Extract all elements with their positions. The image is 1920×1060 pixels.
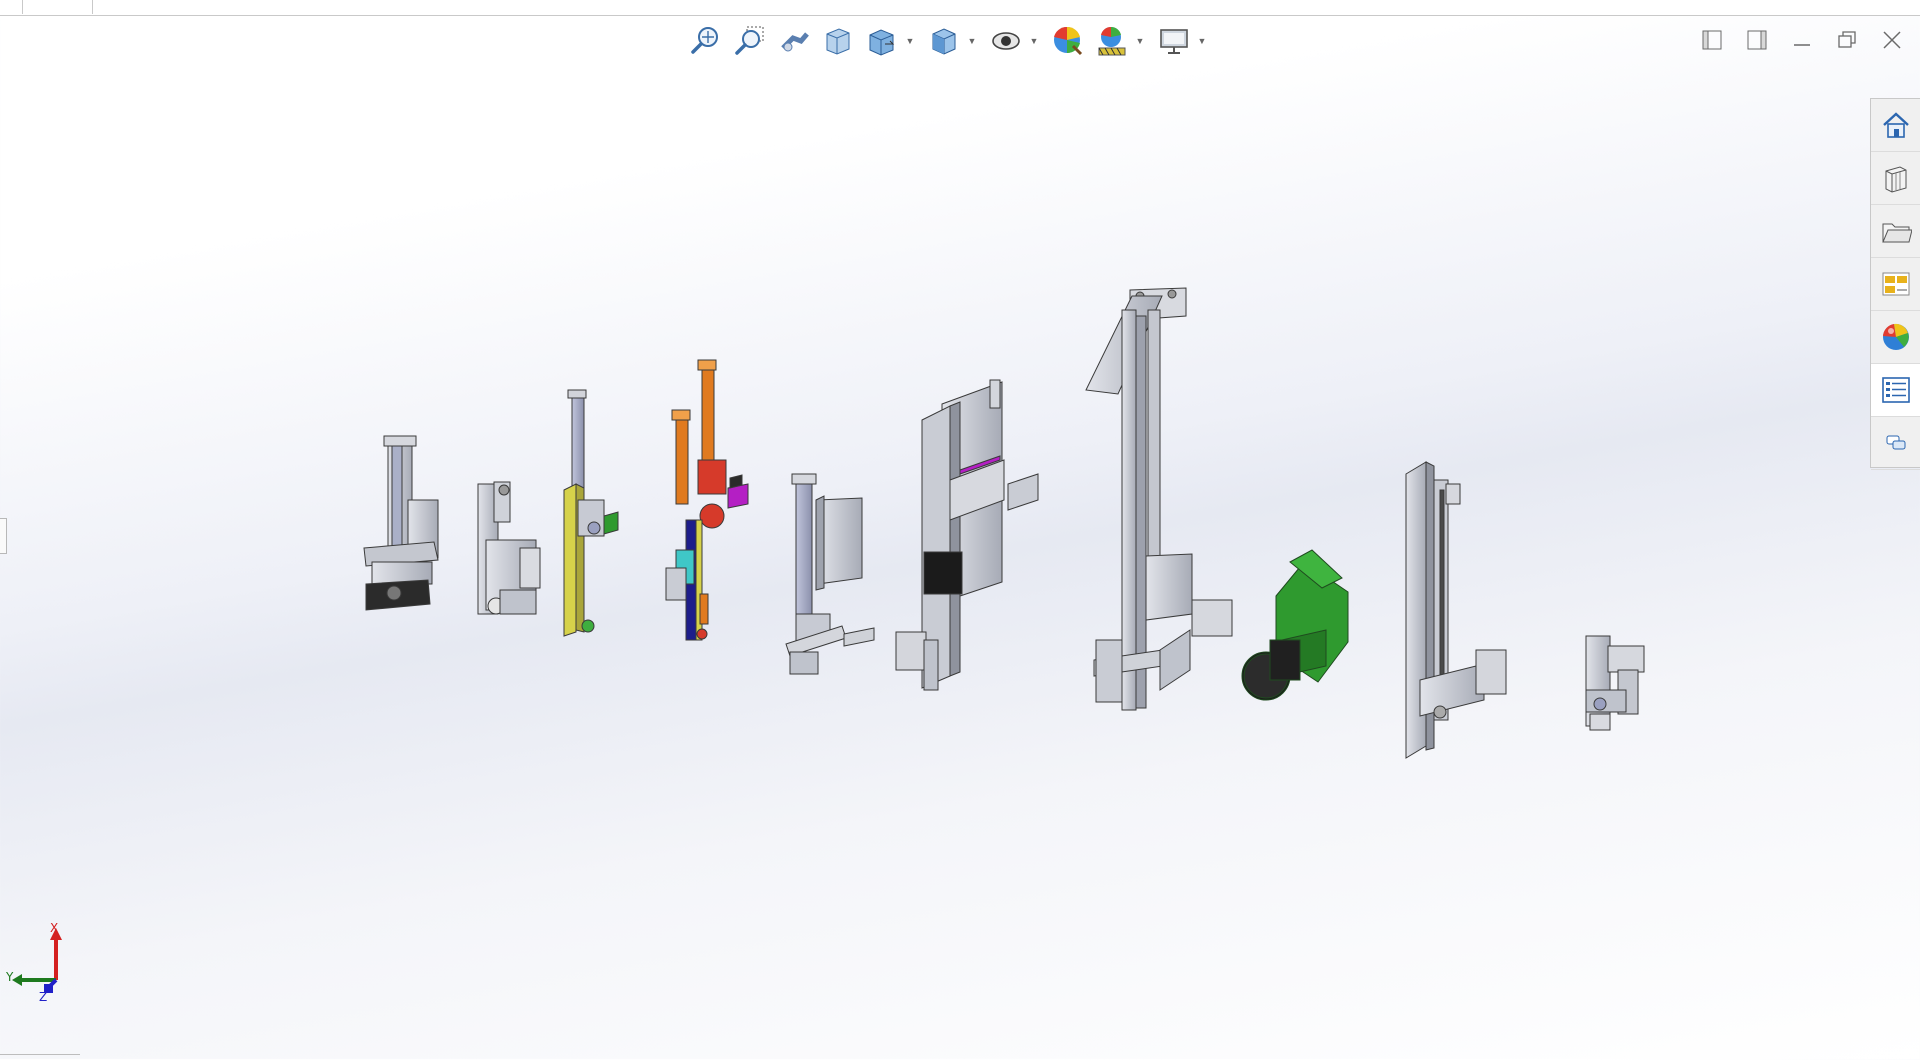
assembly-module-4[interactable] [665,359,749,641]
graphics-area[interactable] [0,0,1920,1059]
assembly-module-5[interactable] [785,473,875,675]
assembly-module-10[interactable] [1585,635,1645,731]
assembly-module-8[interactable] [1241,549,1349,701]
assembly-module-7[interactable] [1085,287,1233,711]
assembly-module-1[interactable] [363,435,439,611]
assembly-module-2[interactable] [477,481,541,615]
axis-x-label: X [50,922,58,935]
assembly-module-3[interactable] [563,389,619,637]
bottom-status-strip [0,1054,80,1060]
reference-triad: X Y Z [5,921,66,1004]
axis-z-label: Z [39,990,47,1002]
axis-y-label: Y [6,970,14,984]
assembly-module-6[interactable] [895,379,1039,691]
assembly-module-9[interactable] [1405,461,1507,759]
